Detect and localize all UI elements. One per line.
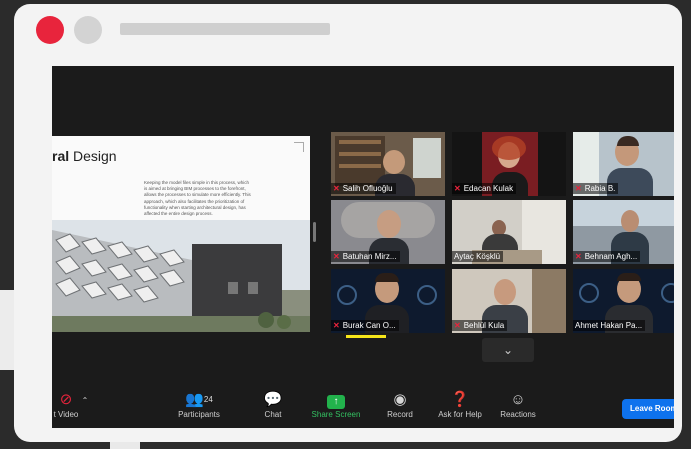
record-button[interactable]: ◉ Record [382, 390, 418, 419]
muted-mic-icon: ✕ [454, 321, 461, 330]
video-options-caret[interactable]: ⌃ [80, 396, 90, 405]
muted-mic-icon: ✕ [333, 252, 340, 261]
video-tile[interactable]: ✕ Rabia B. [573, 132, 674, 196]
reactions-button[interactable]: ☺ Reactions [496, 390, 540, 419]
video-tile[interactable]: ✕ Behnam Agh... [573, 200, 674, 264]
participant-name: ✕ Salih Ofluoğlu [331, 183, 396, 194]
share-screen-icon: ↑ [327, 395, 345, 409]
meeting-toolbar: ⊘ t Video ⌃ 👥24 Participants 💬 Chat ↑ Sh… [52, 384, 674, 428]
chat-icon: 💬 [263, 391, 283, 408]
video-tile[interactable]: ✕ Behlül Kula [452, 269, 566, 333]
help-icon: ❓ [450, 391, 470, 408]
muted-mic-icon: ✕ [575, 252, 582, 261]
chevron-down-icon: ⌄ [502, 343, 514, 357]
participant-name: ✕ Rabia B. [573, 183, 619, 194]
muted-mic-icon: ✕ [333, 184, 340, 193]
video-tile[interactable]: ✕ Salih Ofluoğlu [331, 132, 445, 196]
video-tile[interactable]: ✕ Burak Can O... [331, 269, 445, 333]
browser-window: ral Design Keeping the model files simpl… [14, 4, 682, 442]
meeting-screen: ral Design Keeping the model files simpl… [52, 66, 674, 428]
window-close-dot[interactable] [36, 16, 64, 44]
participant-name: ✕ Behnam Agh... [573, 251, 641, 262]
muted-mic-icon: ✕ [333, 321, 340, 330]
share-screen-button[interactable]: ↑ Share Screen [308, 390, 364, 419]
slide-corner-mark [294, 142, 304, 152]
slide-title: ral Design [52, 148, 117, 164]
participant-name: ✕ Edacan Kulak [452, 183, 517, 194]
participant-name: Aytaç Köşklü [452, 251, 504, 262]
participant-name: Ahmet Hakan Pa... [573, 320, 646, 331]
address-bar[interactable] [120, 23, 330, 35]
participant-name: ✕ Behlül Kula [452, 320, 508, 331]
active-speaker-indicator [346, 335, 386, 338]
muted-mic-icon: ✕ [575, 184, 582, 193]
video-tile[interactable]: ✕ Batuhan Mirz... [331, 200, 445, 264]
participant-name: ✕ Burak Can O... [331, 320, 399, 331]
building-image [52, 220, 310, 332]
video-tile[interactable]: Aytaç Köşklü [452, 200, 566, 264]
show-more-videos-button[interactable]: ⌄ [482, 338, 534, 362]
window-minimize-dot[interactable] [74, 16, 102, 44]
record-icon: ◉ [393, 391, 407, 408]
chat-button[interactable]: 💬 Chat [258, 390, 288, 419]
leave-room-button[interactable]: Leave Room [622, 399, 674, 419]
participant-name: ✕ Batuhan Mirz... [331, 251, 400, 262]
ask-for-help-button[interactable]: ❓ Ask for Help [434, 390, 486, 419]
video-tile[interactable]: Ahmet Hakan Pa... [573, 269, 674, 333]
panel-splitter-handle[interactable] [313, 222, 316, 242]
muted-mic-icon: ✕ [454, 184, 461, 193]
slide-body-text: Keeping the model files simple in this p… [144, 180, 251, 217]
participants-button[interactable]: 👥24 Participants [172, 390, 226, 419]
shared-slide: ral Design Keeping the model files simpl… [52, 136, 310, 332]
reactions-icon: ☺ [510, 391, 526, 408]
participants-icon: 👥24 [185, 391, 213, 408]
video-tile[interactable]: ✕ Edacan Kulak [452, 132, 566, 196]
